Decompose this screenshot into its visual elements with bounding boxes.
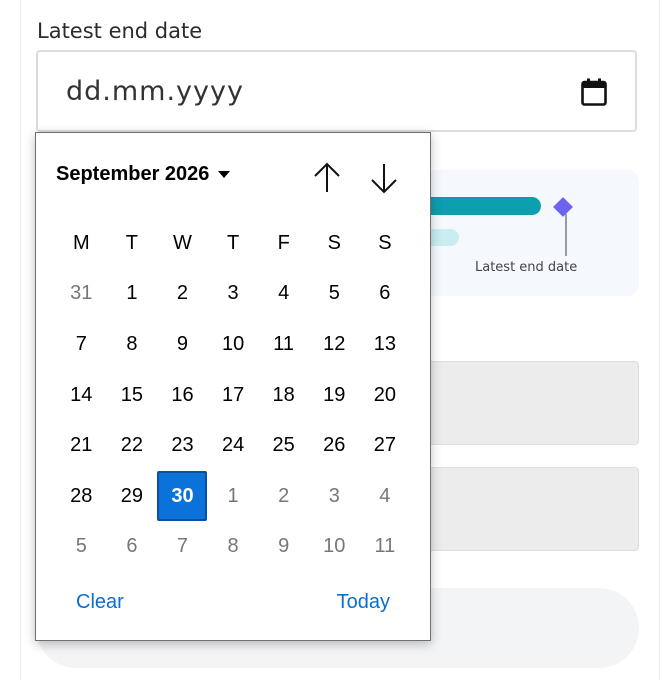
month-year-label: September 2026 bbox=[56, 163, 210, 185]
calendar-day[interactable]: 8 bbox=[107, 319, 158, 370]
month-year-select[interactable]: September 2026 bbox=[56, 163, 231, 186]
calendar-day[interactable]: 4 bbox=[360, 471, 411, 522]
calendar-day[interactable]: 11 bbox=[258, 319, 309, 370]
calendar-week-row: 7 8 9 10 11 12 13 bbox=[56, 319, 410, 370]
caret-down-icon bbox=[218, 171, 231, 178]
milestone-label: Latest end date bbox=[475, 260, 578, 275]
calendar-day[interactable]: 3 bbox=[208, 269, 259, 320]
milestone-diamond-icon bbox=[553, 197, 573, 217]
calendar-day[interactable]: 21 bbox=[56, 420, 107, 471]
field-label: Latest end date bbox=[37, 19, 203, 43]
calendar-day[interactable]: 2 bbox=[157, 269, 208, 320]
calendar-day[interactable]: 1 bbox=[107, 269, 158, 320]
calendar-day[interactable]: 20 bbox=[360, 370, 411, 421]
calendar-day[interactable]: 8 bbox=[208, 522, 259, 573]
calendar-day[interactable]: 10 bbox=[208, 319, 259, 370]
calendar-day[interactable]: 13 bbox=[360, 319, 411, 370]
calendar-day[interactable]: 22 bbox=[107, 420, 158, 471]
calendar-day[interactable]: 9 bbox=[258, 522, 309, 573]
calendar-day-selected[interactable]: 30 bbox=[157, 471, 208, 522]
disabled-field-2 bbox=[425, 467, 639, 551]
calendar-day[interactable]: 10 bbox=[309, 522, 360, 573]
calendar-day[interactable]: 29 bbox=[107, 471, 158, 522]
calendar-day[interactable]: 18 bbox=[258, 370, 309, 421]
calendar-week-row: 21 22 23 24 25 26 27 bbox=[56, 420, 410, 471]
clear-button[interactable]: Clear bbox=[76, 591, 124, 614]
weekday-label: M bbox=[72, 231, 90, 254]
calendar-day[interactable]: 15 bbox=[107, 370, 158, 421]
calendar-day[interactable]: 12 bbox=[309, 319, 360, 370]
calendar-day[interactable]: 27 bbox=[360, 420, 411, 471]
arrow-down-icon[interactable] bbox=[369, 161, 399, 195]
weekday-label: S bbox=[327, 231, 341, 254]
calendar-day[interactable]: 5 bbox=[56, 522, 107, 573]
weekday-label: T bbox=[226, 231, 240, 254]
date-input-placeholder: dd.mm.yyyy bbox=[66, 76, 244, 107]
timeline-preview: Latest end date bbox=[425, 170, 639, 296]
timeline-bar bbox=[425, 197, 541, 215]
calendar-day[interactable]: 9 bbox=[157, 319, 208, 370]
calendar-icon[interactable] bbox=[581, 78, 607, 106]
disabled-field-1 bbox=[425, 361, 639, 445]
calendar-day[interactable]: 3 bbox=[309, 471, 360, 522]
calendar-day[interactable]: 23 bbox=[157, 420, 208, 471]
milestone-stem bbox=[565, 214, 567, 256]
calendar-day[interactable]: 28 bbox=[56, 471, 107, 522]
calendar-day[interactable]: 19 bbox=[309, 370, 360, 421]
weekday-label: W bbox=[173, 231, 192, 254]
weekday-label: T bbox=[125, 231, 138, 254]
weekday-label: S bbox=[378, 231, 392, 254]
weekday-label: F bbox=[277, 231, 290, 254]
calendar-day[interactable]: 24 bbox=[208, 420, 259, 471]
calendar-day[interactable]: 4 bbox=[258, 269, 309, 320]
calendar-day[interactable]: 17 bbox=[208, 370, 259, 421]
calendar-week-row: 31 1 2 3 4 5 6 bbox=[56, 269, 410, 320]
calendar-day[interactable]: 6 bbox=[360, 269, 411, 320]
calendar-day[interactable]: 31 bbox=[56, 269, 107, 320]
calendar-day[interactable]: 6 bbox=[107, 522, 158, 573]
calendar-day[interactable]: 14 bbox=[56, 370, 107, 421]
calendar-day[interactable]: 25 bbox=[258, 420, 309, 471]
calendar-day[interactable]: 16 bbox=[157, 370, 208, 421]
calendar-day[interactable]: 7 bbox=[157, 522, 208, 573]
calendar-day[interactable]: 26 bbox=[309, 420, 360, 471]
calendar-week-row: 14 15 16 17 18 19 20 bbox=[56, 370, 410, 421]
calendar-day[interactable]: 1 bbox=[208, 471, 259, 522]
today-button[interactable]: Today bbox=[337, 591, 390, 614]
calendar-grid: MTWTFSS 31 1 2 3 4 5 6 7 8 9 10 11 12 13 14 15 16 17 18 19 2… bbox=[56, 218, 410, 572]
calendar-week-row: 5 6 7 8 9 10 11 bbox=[56, 522, 410, 573]
calendar-day[interactable]: 7 bbox=[56, 319, 107, 370]
calendar-weeks: 31 1 2 3 4 5 6 7 8 9 10 11 12 13 14 15 16 17 18 19 20 21 22 23 2… bbox=[56, 269, 410, 573]
weekday-header: MTWTFSS bbox=[56, 218, 410, 269]
calendar-day[interactable]: 2 bbox=[258, 471, 309, 522]
date-input[interactable]: dd.mm.yyyy bbox=[36, 50, 637, 132]
arrow-up-icon[interactable] bbox=[312, 161, 342, 195]
calendar-week-row: 28 29 30 1 2 3 4 bbox=[56, 471, 410, 522]
date-picker-popup: September 2026 MTWTFSS 31 1 2 3 4 5 6 7 8 9 10 11 12… bbox=[35, 132, 431, 641]
calendar-day[interactable]: 11 bbox=[360, 522, 411, 573]
calendar-day[interactable]: 5 bbox=[309, 269, 360, 320]
